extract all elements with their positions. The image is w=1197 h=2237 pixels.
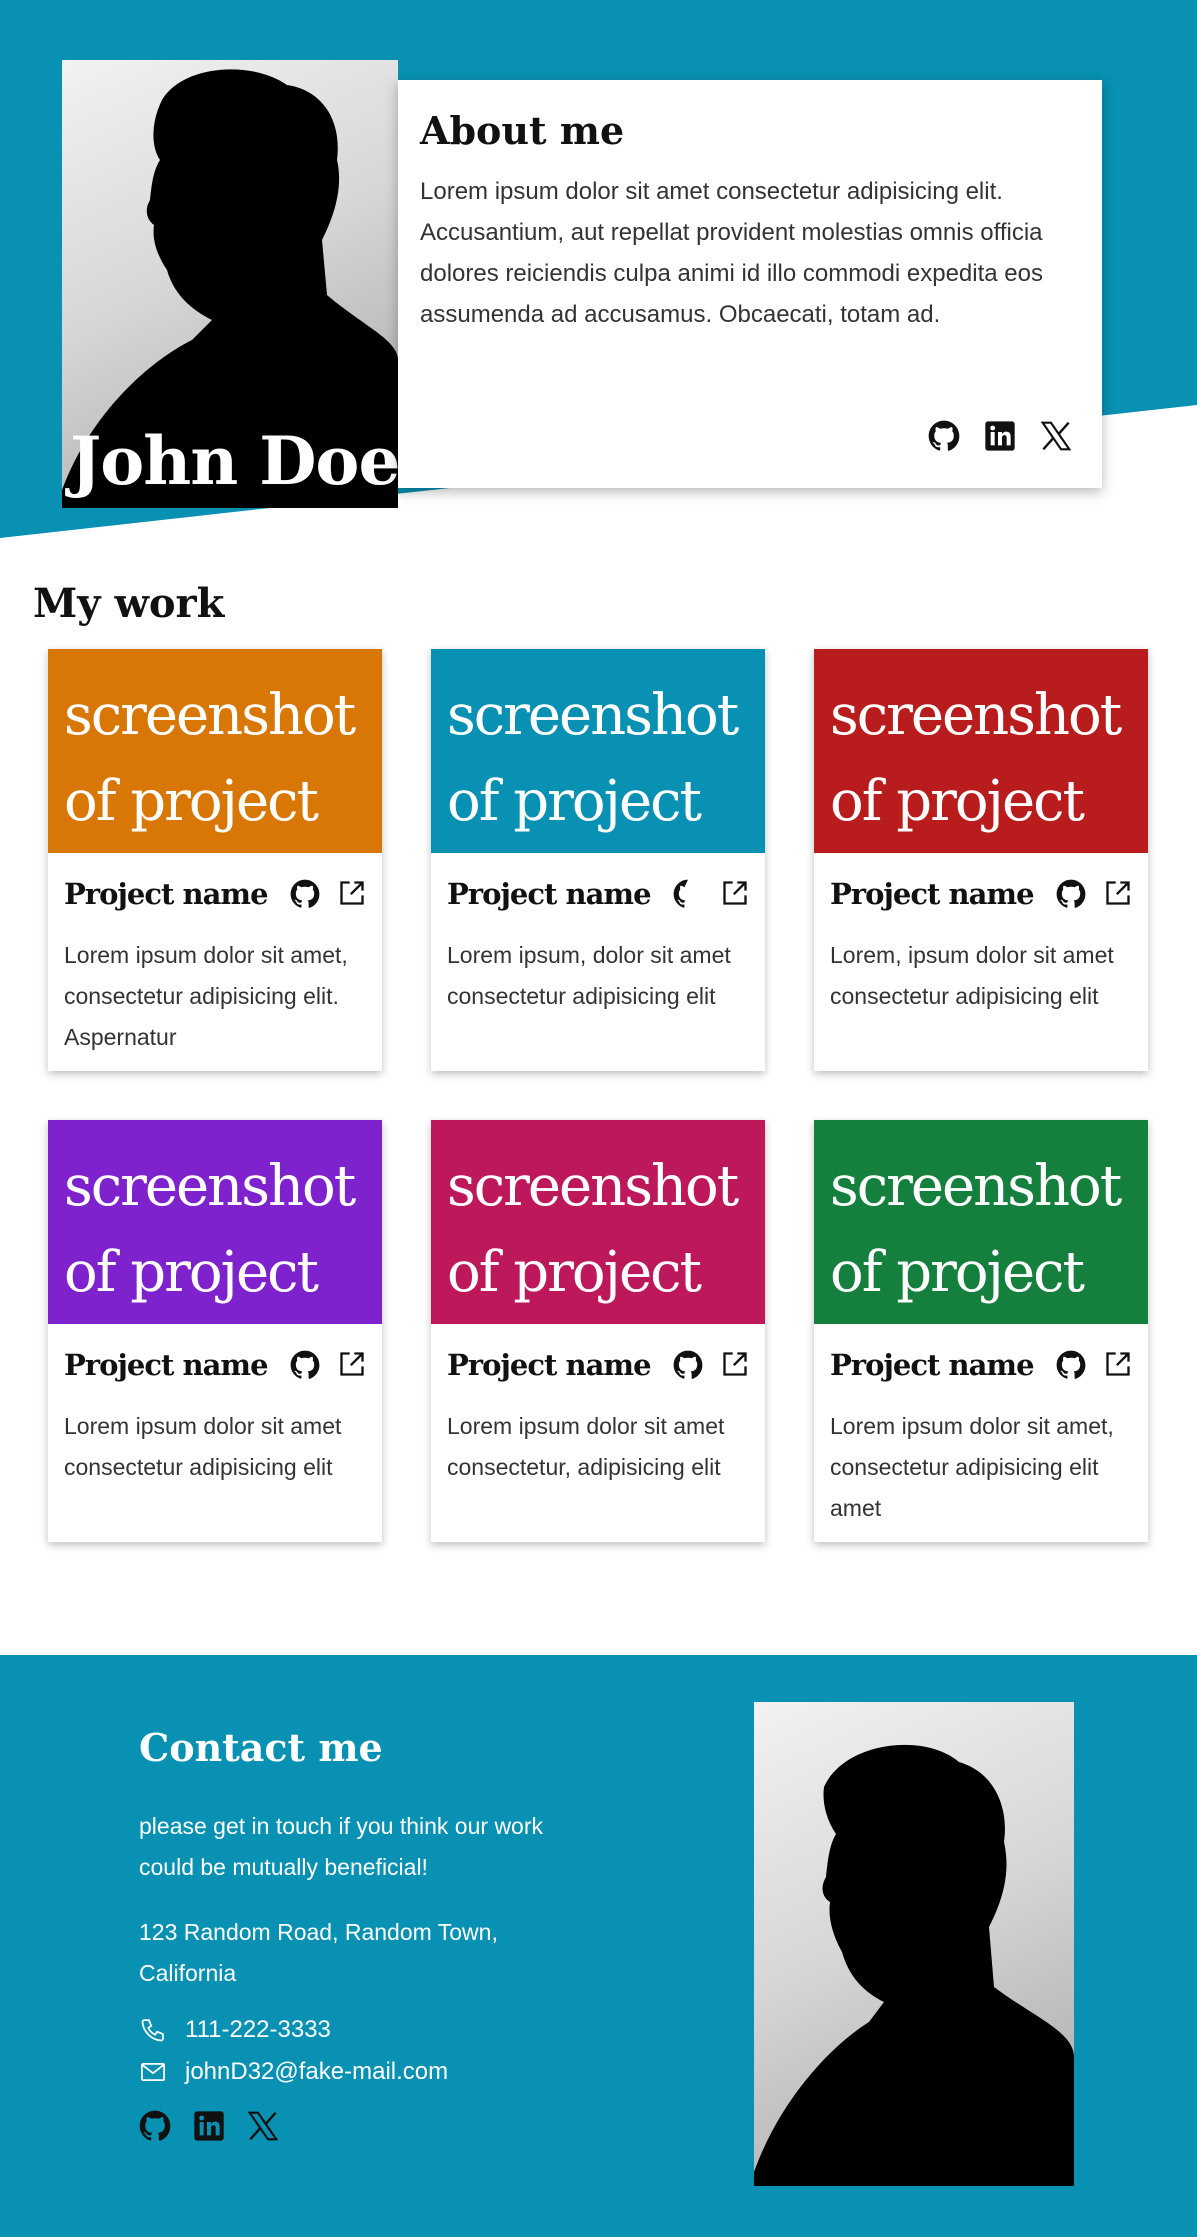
contact-address: 123 Random Road, Random Town, California [139,1919,498,1986]
github-icon[interactable] [1056,879,1086,909]
linkedin-icon[interactable] [193,2110,225,2142]
github-icon[interactable] [290,1350,320,1380]
project-name: Project name [64,877,269,911]
phone-icon [139,2016,167,2044]
project-card: screenshot of project Project name Lorem… [431,649,765,1071]
hero-portrait: John Doe [62,60,398,508]
github-icon[interactable] [928,420,960,452]
mail-icon [139,2058,167,2086]
github-icon[interactable] [673,879,703,909]
external-link-icon[interactable] [338,879,366,909]
x-icon[interactable] [247,2110,279,2142]
silhouette-image [754,1744,1074,2186]
linkedin-icon[interactable] [984,420,1016,452]
project-description: Lorem ipsum dolor sit amet, consectetur … [830,1413,1114,1521]
project-name: Project name [830,877,1035,911]
section-title-my-work: My work [33,580,225,627]
project-screenshot-text: screenshot [64,1154,356,1219]
contact-phone-text: 111-222-3333 [185,2016,331,2043]
github-icon[interactable] [139,2110,171,2142]
contact-portrait [754,1702,1074,2186]
about-social-links [928,420,1072,452]
contact-section: Contact me please get in touch if you th… [0,1655,1197,2237]
project-screenshot-text: of project [447,769,702,834]
project-screenshot-text: screenshot [830,1154,1122,1219]
project-card: screenshot of project Project name Lorem… [48,1120,382,1542]
project-screenshot-text: screenshot [447,1154,739,1219]
project-description: Lorem ipsum dolor sit amet consectetur a… [64,1413,342,1480]
contact-email[interactable]: johnD32@fake-mail.com [139,2058,559,2086]
external-link-icon[interactable] [721,879,749,909]
about-text: Lorem ipsum dolor sit amet consectetur a… [420,178,1043,328]
project-card: screenshot of project Project name Lorem… [814,1120,1148,1542]
contact-text: please get in touch if you think our wor… [139,1813,544,1880]
x-icon[interactable] [1040,420,1072,452]
project-screenshot: screenshot of project [48,649,382,853]
external-link-icon[interactable] [721,1350,749,1380]
project-screenshot-text: screenshot [447,683,739,748]
project-screenshot-text: of project [830,1240,1085,1305]
project-screenshot: screenshot of project [814,649,1148,853]
external-link-icon[interactable] [1104,879,1132,909]
contact-social-links [139,2110,559,2142]
project-screenshot: screenshot of project [814,1120,1148,1324]
project-name: Project name [64,1348,269,1382]
contact-phone[interactable]: 111-222-3333 [139,2016,559,2044]
contact-title: Contact me [139,1725,383,1770]
external-link-icon[interactable] [338,1350,366,1380]
project-card: screenshot of project Project name Lorem… [814,649,1148,1071]
project-screenshot-text: screenshot [830,683,1122,748]
project-name: Project name [447,877,652,911]
project-description: Lorem, ipsum dolor sit amet consectetur … [830,942,1114,1009]
project-screenshot: screenshot of project [431,649,765,853]
project-screenshot: screenshot of project [431,1120,765,1324]
project-screenshot-text: of project [447,1240,702,1305]
project-card: screenshot of project Project name Lorem… [48,649,382,1071]
project-name: Project name [830,1348,1035,1382]
project-screenshot-text: of project [64,769,319,834]
about-title: About me [420,108,625,153]
project-screenshot-text: screenshot [64,683,356,748]
external-link-icon[interactable] [1104,1350,1132,1380]
github-icon[interactable] [290,879,320,909]
project-description: Lorem ipsum, dolor sit amet consectetur … [447,942,731,1009]
project-card: screenshot of project Project name Lorem… [431,1120,765,1542]
about-card: About me Lorem ipsum dolor sit amet cons… [398,80,1102,488]
project-screenshot: screenshot of project [48,1120,382,1324]
project-description: Lorem ipsum dolor sit amet, consectetur … [64,942,348,1050]
project-description: Lorem ipsum dolor sit amet consectetur, … [447,1413,725,1480]
github-icon[interactable] [1056,1350,1086,1380]
contact-email-text: johnD32@fake-mail.com [185,2058,449,2085]
hero-name: John Doe [70,422,398,500]
project-screenshot-text: of project [64,1240,319,1305]
github-icon[interactable] [673,1350,703,1380]
project-name: Project name [447,1348,652,1382]
project-screenshot-text: of project [830,769,1085,834]
